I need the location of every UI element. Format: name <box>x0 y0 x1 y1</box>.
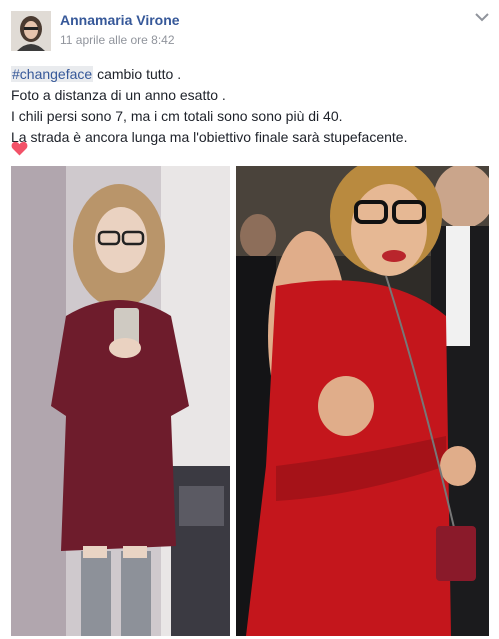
photo-before[interactable] <box>11 166 230 636</box>
author-name[interactable]: Annamaria Virone <box>60 12 180 28</box>
photo-after[interactable] <box>236 166 489 636</box>
post-line-1: #changeface cambio tutto . <box>11 64 491 85</box>
chevron-down-icon[interactable] <box>475 12 489 22</box>
post-line-3: I chili persi sono 7, ma i cm totali son… <box>11 108 343 124</box>
facebook-post: Annamaria Virone 11 aprile alle ore 8:42… <box>0 0 499 639</box>
post-line-4: La strada è ancora lunga ma l'obiettivo … <box>11 129 408 145</box>
hashtag-link[interactable]: #changeface <box>11 66 94 82</box>
heart-icon <box>11 141 28 156</box>
avatar[interactable] <box>11 11 51 51</box>
post-text: #changeface cambio tutto . Foto a distan… <box>11 64 491 148</box>
post-timestamp[interactable]: 11 aprile alle ore 8:42 <box>60 33 175 47</box>
post-line-2: Foto a distanza di un anno esatto . <box>11 87 226 103</box>
post-line-1-text: cambio tutto . <box>93 66 182 82</box>
